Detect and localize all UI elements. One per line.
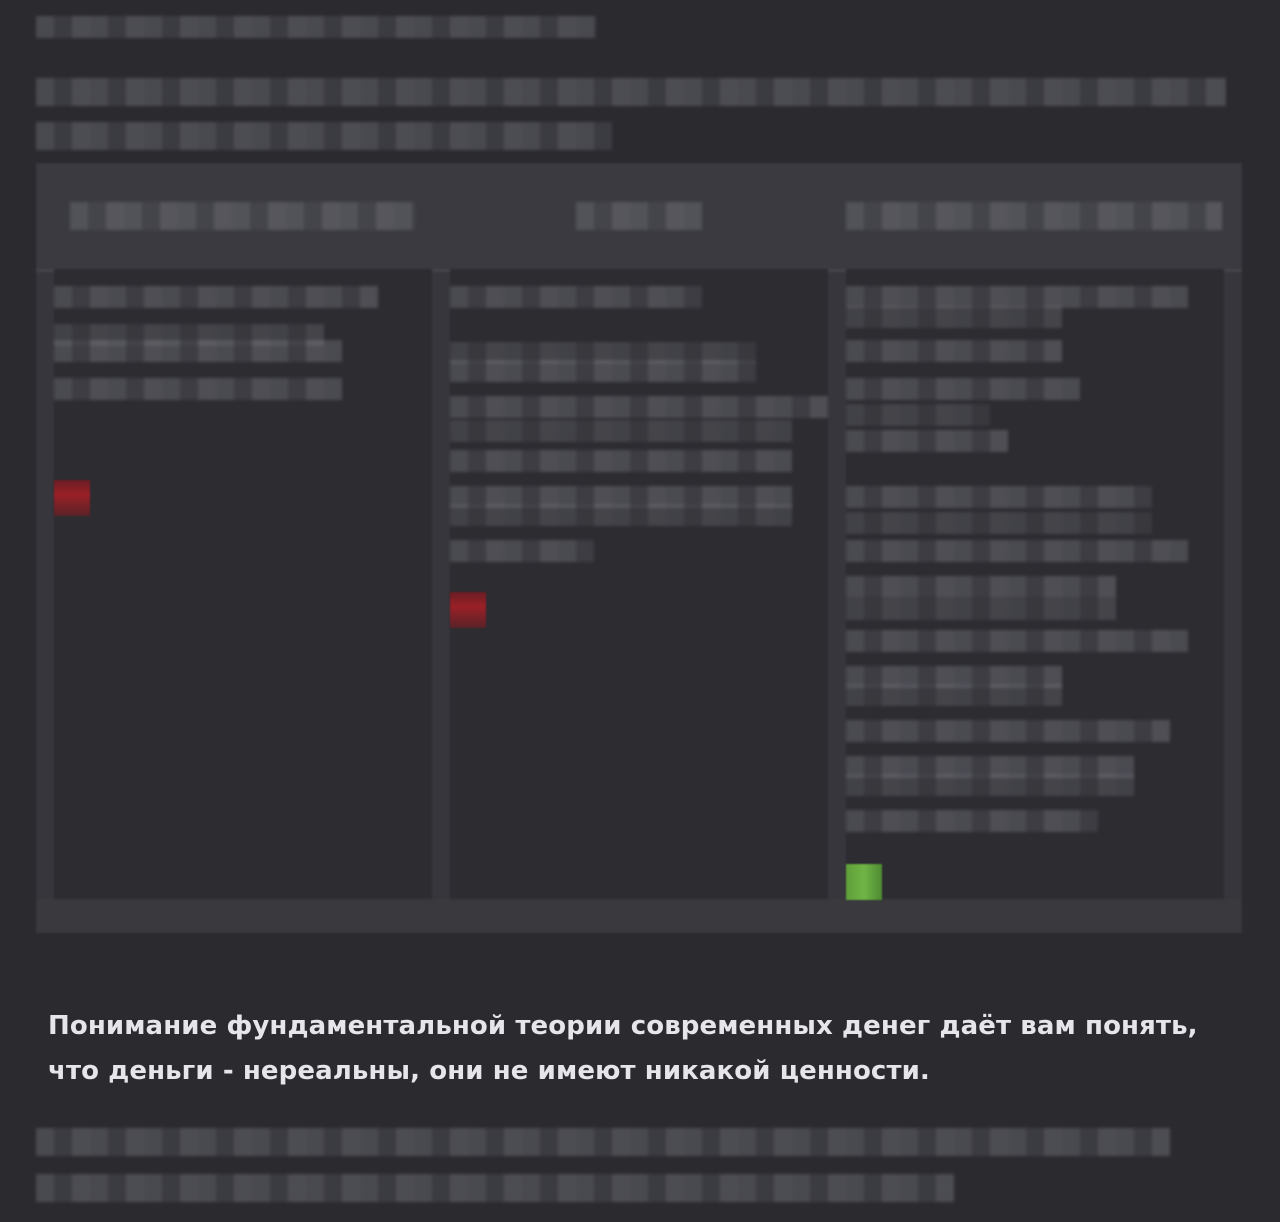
blurred-table-cell-line (450, 540, 594, 562)
blurred-table-cell-line (54, 378, 342, 400)
blurred-table-cell-line (450, 286, 702, 308)
blurred-paragraph-line (36, 122, 612, 150)
table-column (54, 269, 432, 899)
blurred-table-cell-line (846, 576, 1116, 598)
blurred-table-cell-line (450, 396, 828, 418)
blurred-table-cell-line (846, 340, 1062, 362)
blurred-paragraph-line (36, 1174, 954, 1202)
blurred-table-cell-line (846, 286, 1188, 308)
blurred-table-cell-line (846, 512, 1152, 534)
blurred-table-cell-line (846, 774, 1134, 796)
blurred-table-header-cell (576, 202, 702, 230)
blurred-table-header-cell (70, 202, 415, 230)
table-footer-band (36, 899, 1242, 933)
blurred-table-cell-line (846, 810, 1098, 832)
red-marker-icon (450, 592, 486, 628)
green-marker-icon (846, 864, 882, 900)
blurred-table-cell-line (450, 450, 792, 472)
blurred-table-cell-line (846, 540, 1188, 562)
blurred-table-cell-line (450, 420, 792, 442)
blurred-table-cell-line (846, 378, 1080, 400)
red-marker-icon (54, 480, 90, 516)
blurred-table-cell-line (450, 504, 792, 526)
blurred-table-cell-line (846, 404, 990, 426)
message-text: Понимание фундаментальной теории совреме… (48, 1011, 1198, 1086)
blurred-paragraph-line (36, 1128, 1170, 1156)
blurred-table-cell-line (846, 306, 1062, 328)
blurred-table-cell-line (54, 286, 378, 308)
blurred-table-cell-line (846, 720, 1170, 742)
blurred-table-cell-line (846, 684, 1062, 706)
blurred-table-cell-line (450, 360, 756, 382)
blurred-heading-line (36, 16, 596, 38)
blurred-table-cell-line (846, 598, 1116, 620)
blurred-table-cell-line (846, 630, 1188, 652)
blurred-table-cell-line (846, 430, 1008, 452)
blurred-table-cell-line (54, 340, 342, 362)
blurred-paragraph-line (36, 78, 1226, 106)
blurred-table-cell-line (846, 486, 1152, 508)
blurred-table-header-cell (846, 202, 1222, 230)
